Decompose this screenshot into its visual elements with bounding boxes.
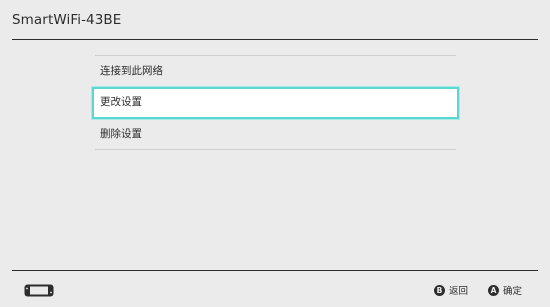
ok-label: 确定 (503, 286, 523, 297)
handheld-console-icon (24, 284, 54, 297)
b-button-icon: B (434, 284, 445, 296)
header-divider (12, 39, 538, 40)
menu-divider (95, 149, 456, 150)
ok-hint[interactable]: A 确定 (488, 283, 522, 297)
back-label: 返回 (449, 286, 469, 297)
footer-divider (12, 270, 538, 271)
menu-item-delete-settings[interactable]: 删除设置 (95, 119, 456, 149)
menu-item-change-settings[interactable]: 更改设置 (92, 87, 459, 119)
page-title: SmartWiFi-43BE (12, 12, 122, 28)
back-hint[interactable]: B 返回 (434, 283, 468, 297)
wifi-options-menu: 连接到此网络 更改设置 删除设置 (92, 55, 459, 150)
menu-item-connect[interactable]: 连接到此网络 (95, 56, 456, 86)
a-button-icon: A (488, 284, 499, 296)
page-header: SmartWiFi-43BE (0, 0, 550, 40)
